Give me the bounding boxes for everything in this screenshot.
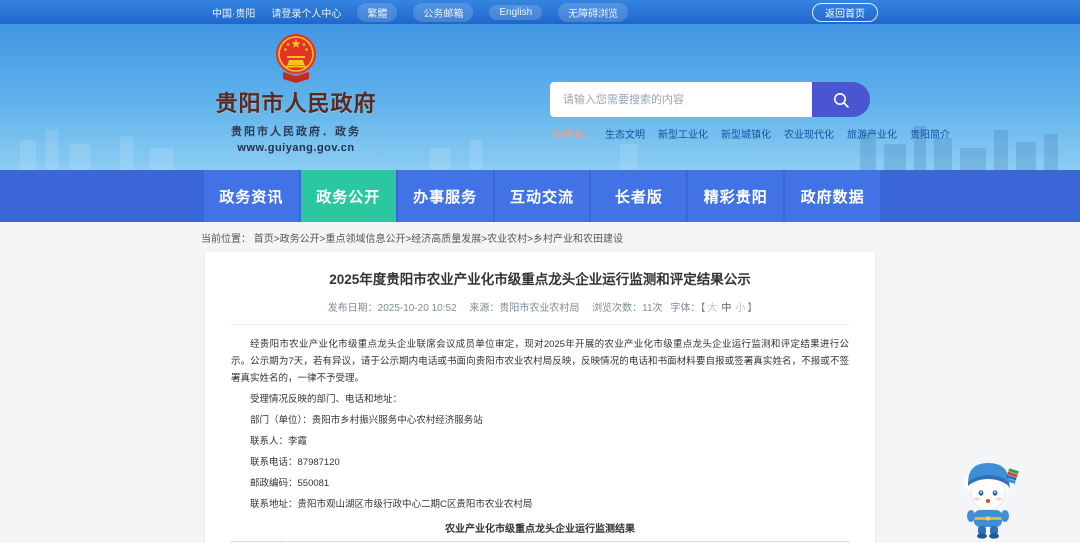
return-home-button[interactable]: 返回首页 [812,3,878,22]
paragraph-contact-header: 受理情况反映的部门、电话和地址： [250,394,403,405]
topbar-english-link[interactable]: English [489,4,543,20]
nav-item-zfsj[interactable]: 政府数据 [785,170,881,222]
paragraph-contact-person: 联系人：李霞 [250,436,308,447]
hot-search-item[interactable]: 新型工业化 [658,126,708,141]
hot-search-item[interactable]: 贵阳简介 [910,126,950,141]
site-header: 贵阳市人民政府 贵阳市人民政府．政务 www.guiyang.gov.cn 热搜… [0,24,1080,170]
site-title: 贵阳市人民政府 [215,91,377,116]
topbar-traditional-link[interactable]: 繁體 [357,2,398,22]
search-button[interactable] [812,82,870,117]
hot-search-item[interactable]: 新型城镇化 [721,126,771,141]
font-size-large-button[interactable]: 大 [707,303,717,314]
font-size-small-button[interactable]: 小 [735,303,745,314]
site-logo[interactable]: 贵阳市人民政府 贵阳市人民政府．政务 www.guiyang.gov.cn [208,32,384,154]
nav-item-jcgy[interactable]: 精彩贵阳 [688,170,784,222]
national-emblem-icon [276,34,316,83]
results-table-title: 农业产业化市级重点龙头企业运行监测结果 [445,524,635,535]
top-utility-bar: 中国·贵阳 请登录个人中心 繁體 公务邮箱 English 无障碍浏览 返回首页 [0,0,1080,24]
topbar-mail-link[interactable]: 公务邮箱 [413,2,474,22]
hot-search-bar: 热搜词： 生态文明 新型工业化 新型城镇化 农业现代化 旅游产业化 贵阳简介 [552,126,950,141]
publish-date: 发布日期：2025-10-20 10:52 [327,303,457,314]
search-icon [834,92,849,108]
hot-search-label: 热搜词： [552,130,592,141]
topbar-login-link[interactable]: 请登录个人中心 [271,5,341,20]
site-subtitle: 贵阳市人民政府．政务 [231,126,361,138]
breadcrumb: 当前位置： 首页>政务公开>重点领域信息公开>经济高质量发展>农业农村>乡村产业… [201,230,623,245]
site-search [550,82,870,117]
paragraph-department: 部门（单位）：贵阳市乡村振兴服务中心农村经济服务站 [250,415,483,426]
hot-search-item[interactable]: 农业现代化 [784,126,834,141]
nav-item-zwzx[interactable]: 政务资讯 [204,170,299,222]
paragraph-address: 联系地址：贵阳市观山湖区市级行政中心二期C区贵阳市农业农村局 [250,499,533,510]
view-count: 浏览次数：11次 [592,303,663,314]
topbar-region-link[interactable]: 中国·贵阳 [212,5,255,20]
font-bracket: 【 [700,303,706,314]
font-size-label: 字体： [670,303,701,314]
article-meta: 发布日期：2025-10-20 10:52 来源：贵阳市农业农村局 浏览次数：1… [231,299,849,325]
paragraph-phone: 联系电话：87987120 [250,457,340,468]
paragraph-intro: 经贵阳市农业产业化市级重点龙头企业联席会议成员单位审定，现对2025年开展的农业… [231,339,849,384]
nav-item-hdjl[interactable]: 互动交流 [494,170,590,222]
mascot-assistant[interactable] [954,455,1022,541]
nav-item-bsfw[interactable]: 办事服务 [397,170,493,222]
article-source: 来源：贵阳市农业农村局 [469,303,580,314]
article-title: 2025年度贵阳市农业产业化市级重点龙头企业运行监测和评定结果公示 [329,272,751,287]
breadcrumb-path[interactable]: 首页>政务公开>重点领域信息公开>经济高质量发展>农业农村>乡村产业和农田建设 [254,234,623,245]
topbar-accessibility-link[interactable]: 无障碍浏览 [558,2,629,22]
paragraph-postcode: 邮政编码：550081 [250,478,330,489]
site-url: www.guiyang.gov.cn [237,142,355,154]
font-bracket: 】 [747,303,758,314]
nav-item-zwgk[interactable]: 政务公开 [300,170,396,222]
article-body: 经贵阳市农业产业化市级重点龙头企业联席会议成员单位审定，现对2025年开展的农业… [231,336,849,513]
search-input[interactable] [550,82,812,117]
main-nav-items: 政务资讯 政务公开 办事服务 互动交流 长者版 精彩贵阳 政府数据 [204,170,881,222]
breadcrumb-label: 当前位置： [201,234,251,245]
article-card: 2025年度贵阳市农业产业化市级重点龙头企业运行监测和评定结果公示 发布日期：2… [205,252,875,543]
main-nav: 政务资讯 政务公开 办事服务 互动交流 长者版 精彩贵阳 政府数据 [0,170,1080,222]
hot-search-item[interactable]: 旅游产业化 [847,126,897,141]
topbar-links: 中国·贵阳 请登录个人中心 繁體 公务邮箱 English 无障碍浏览 [212,2,629,22]
font-size-medium-button[interactable]: 中 [721,303,731,314]
nav-item-lzb[interactable]: 长者版 [591,170,687,222]
hot-search-item[interactable]: 生态文明 [605,126,645,141]
